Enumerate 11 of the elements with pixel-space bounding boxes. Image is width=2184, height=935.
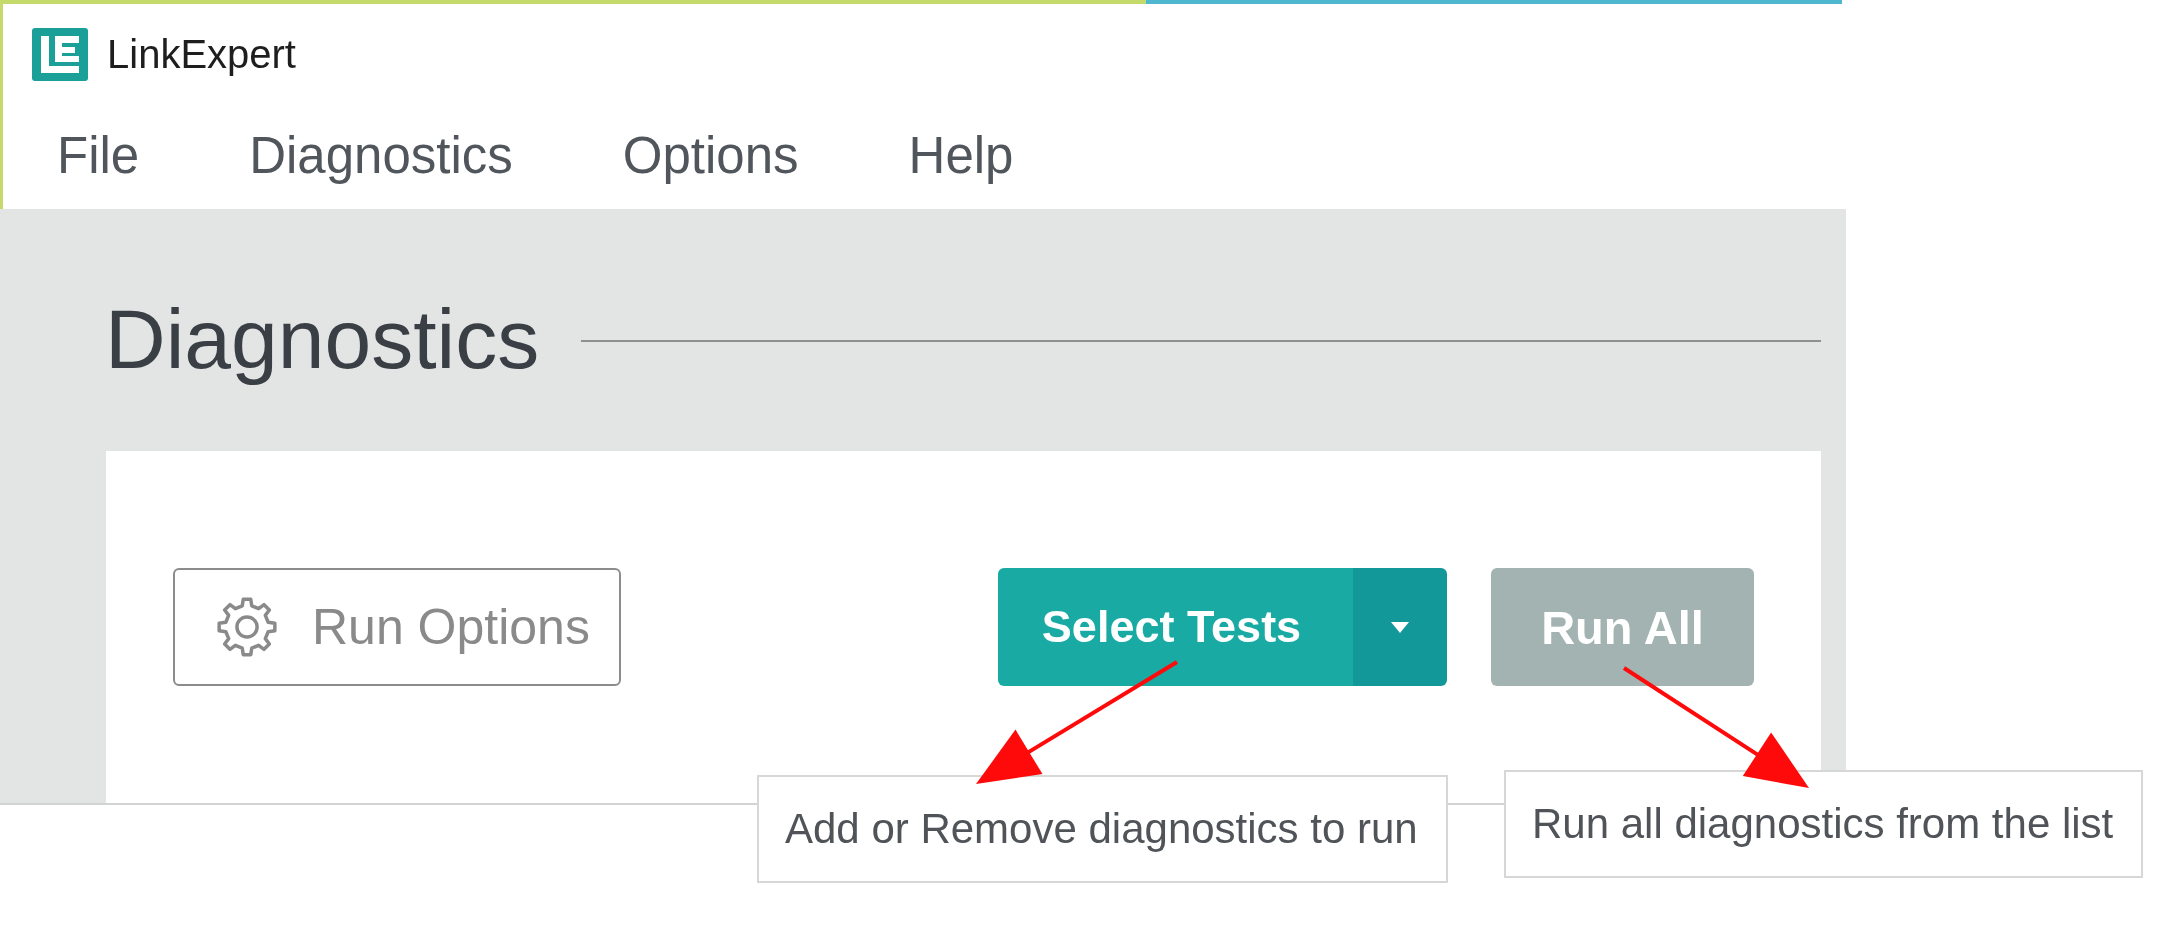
window-title: LinkExpert: [107, 32, 296, 76]
caret-icon: [1391, 621, 1409, 633]
logo-icon: [32, 27, 88, 81]
callout-tooltip: Run all diagnostics from the list: [1504, 770, 2144, 878]
menu-item[interactable]: Help: [908, 127, 1014, 186]
menu-item[interactable]: File: [57, 127, 140, 186]
menu-item[interactable]: Diagnostics: [249, 127, 513, 186]
menu-item[interactable]: Options: [622, 127, 799, 186]
dropdown-button[interactable]: [1353, 568, 1447, 686]
settings-icon: [216, 596, 278, 658]
callout-tooltip: Add or Remove diagnostics to run: [757, 775, 1448, 883]
